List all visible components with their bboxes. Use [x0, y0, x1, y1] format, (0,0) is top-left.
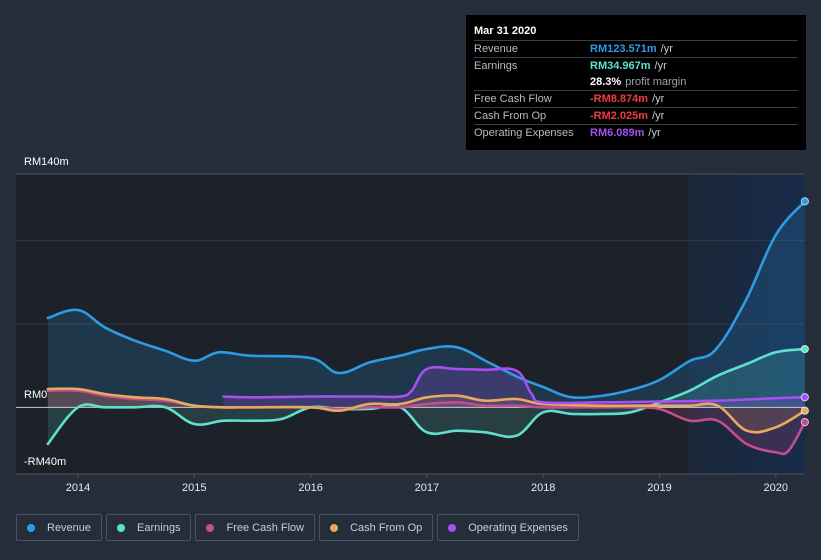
legend-dot-icon	[330, 523, 339, 532]
legend-dot-icon	[448, 523, 457, 532]
legend-label: Operating Expenses	[468, 521, 568, 534]
tooltip-row-cash-from-op: Cash From Op -RM2.025m /yr	[474, 108, 798, 125]
tooltip-label: Cash From Op	[474, 110, 547, 122]
y-tick-label-zero: RM0	[24, 389, 48, 401]
tooltip-value: RM123.571m	[590, 43, 657, 55]
tooltip-date: Mar 31 2020	[474, 22, 798, 41]
x-tick-label: 2016	[298, 482, 322, 494]
legend-label: Revenue	[47, 521, 92, 534]
tooltip-label: Operating Expenses	[474, 127, 574, 139]
tooltip-row-operating-expenses: Operating Expenses RM6.089m /yr	[474, 125, 798, 141]
tooltip-row-revenue: Revenue RM123.571m /yr	[474, 41, 798, 58]
end-marker-free-cash-flow	[800, 418, 809, 427]
tooltip-label: Free Cash Flow	[474, 93, 552, 105]
legend-item-free-cash-flow[interactable]: Free Cash Flow	[195, 514, 316, 541]
legend-label: Free Cash Flow	[226, 521, 305, 534]
y-tick-label-bottom: -RM40m	[24, 456, 67, 468]
legend-item-earnings[interactable]: Earnings	[106, 514, 192, 541]
x-tick-label: 2015	[182, 482, 206, 494]
tooltip-label	[474, 74, 590, 90]
legend-dot-icon	[206, 523, 215, 532]
legend-label: Cash From Op	[350, 521, 423, 534]
tooltip-unit: /yr	[654, 60, 667, 72]
tooltip-label: Earnings	[474, 60, 518, 72]
tooltip-unit: /yr	[648, 127, 661, 139]
legend-dot-icon	[117, 523, 126, 532]
tooltip-unit: /yr	[660, 43, 673, 55]
legend-item-revenue[interactable]: Revenue	[16, 514, 103, 541]
legend-item-cash-from-op[interactable]: Cash From Op	[319, 514, 434, 541]
legend-label: Earnings	[137, 521, 181, 534]
end-marker-earnings	[800, 344, 809, 354]
tooltip-unit: /yr	[652, 93, 665, 105]
tooltip-row-earnings: Earnings RM34.967m /yr	[474, 58, 798, 74]
x-tick-label: 2020	[764, 482, 788, 494]
tooltip-value: 28.3%	[590, 76, 622, 88]
x-tick-label: 2019	[647, 482, 671, 494]
x-tick-label: 2018	[531, 482, 555, 494]
legend: Revenue Earnings Free Cash Flow Cash Fro…	[16, 514, 579, 541]
tooltip-value: RM6.089m	[590, 127, 645, 139]
y-tick-label-top: RM140m	[24, 156, 69, 168]
legend-dot-icon	[27, 523, 35, 532]
end-marker-cash-from-op	[800, 406, 809, 415]
x-tick-label: 2014	[66, 482, 90, 494]
tooltip-value: -RM8.874m	[590, 93, 649, 105]
legend-item-operating-expenses[interactable]: Operating Expenses	[437, 514, 579, 541]
tooltip: Mar 31 2020 Revenue RM123.571m /yr Earni…	[466, 15, 806, 150]
end-marker-operating-expenses	[800, 393, 809, 402]
tooltip-value: -RM2.025m	[590, 110, 649, 122]
tooltip-value: RM34.967m	[590, 60, 651, 72]
tooltip-row-free-cash-flow: Free Cash Flow -RM8.874m /yr	[474, 91, 798, 108]
tooltip-row-profit-margin: 28.3% profit margin	[474, 74, 798, 91]
tooltip-unit: profit margin	[625, 76, 687, 88]
x-tick-label: 2017	[415, 482, 439, 494]
tooltip-unit: /yr	[652, 110, 665, 122]
tooltip-label: Revenue	[474, 43, 519, 55]
end-marker-revenue	[800, 197, 809, 206]
